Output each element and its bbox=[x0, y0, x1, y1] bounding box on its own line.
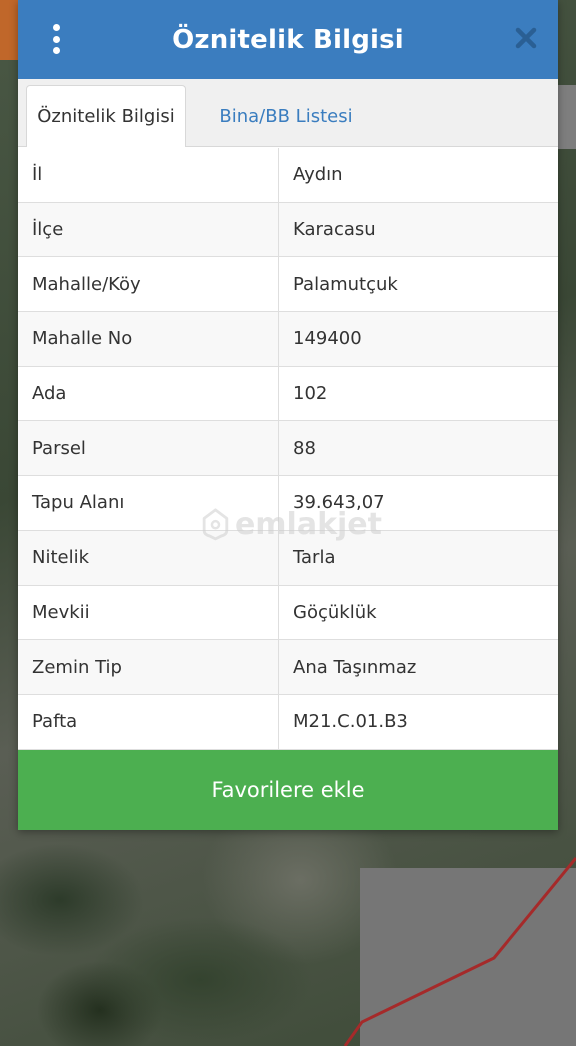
close-icon[interactable] bbox=[514, 26, 538, 50]
table-row: İlçe Karacasu bbox=[18, 202, 558, 258]
dialog-header: Öznitelik Bilgisi bbox=[18, 0, 558, 79]
row-value: 102 bbox=[293, 383, 328, 405]
row-value: Karacasu bbox=[293, 219, 376, 241]
row-value: 88 bbox=[293, 437, 316, 459]
tab-bar: Öznitelik Bilgisi Bina/BB Listesi bbox=[18, 79, 558, 147]
tab-attribute-info[interactable]: Öznitelik Bilgisi bbox=[26, 85, 186, 147]
row-key: İlçe bbox=[18, 202, 279, 257]
row-key: İl bbox=[18, 148, 279, 202]
row-value: Ana Taşınmaz bbox=[293, 656, 417, 678]
row-key: Pafta bbox=[18, 694, 279, 749]
row-value: M21.C.01.B3 bbox=[293, 711, 408, 733]
dialog-title: Öznitelik Bilgisi bbox=[172, 24, 404, 55]
row-value: Aydın bbox=[293, 164, 343, 186]
row-key: Mevkii bbox=[18, 585, 279, 640]
location-pin-icon bbox=[202, 508, 229, 541]
watermark: emlakjet bbox=[202, 500, 382, 548]
row-key: Mahalle/Köy bbox=[18, 257, 279, 312]
row-value: 149400 bbox=[293, 328, 362, 350]
table-row: Mevkii Göçüklük bbox=[18, 585, 558, 641]
row-value: Palamutçuk bbox=[293, 273, 398, 295]
tab-building-list[interactable]: Bina/BB Listesi bbox=[194, 85, 378, 147]
watermark-text: emlakjet bbox=[234, 506, 382, 542]
row-key: Zemin Tip bbox=[18, 640, 279, 694]
row-key: Ada bbox=[18, 366, 279, 421]
table-row: Ada 102 bbox=[18, 366, 558, 422]
table-row: İl Aydın bbox=[18, 148, 558, 203]
table-row: Mahalle/Köy Palamutçuk bbox=[18, 257, 558, 313]
attribute-info-dialog: Öznitelik Bilgisi Öznitelik Bilgisi Bina… bbox=[18, 0, 558, 830]
add-to-favorites-button[interactable]: Favorilere ekle bbox=[18, 750, 558, 830]
row-value: Göçüklük bbox=[293, 601, 377, 623]
attribute-table: İl Aydın İlçe Karacasu Mahalle/Köy Palam… bbox=[18, 148, 558, 750]
table-row: Pafta M21.C.01.B3 bbox=[18, 694, 558, 750]
table-row: Zemin Tip Ana Taşınmaz bbox=[18, 640, 558, 695]
row-key: Mahalle No bbox=[18, 312, 279, 366]
table-row: Parsel 88 bbox=[18, 421, 558, 477]
row-key: Parsel bbox=[18, 421, 279, 476]
more-vertical-icon[interactable] bbox=[46, 24, 66, 54]
table-row: Mahalle No 149400 bbox=[18, 312, 558, 367]
